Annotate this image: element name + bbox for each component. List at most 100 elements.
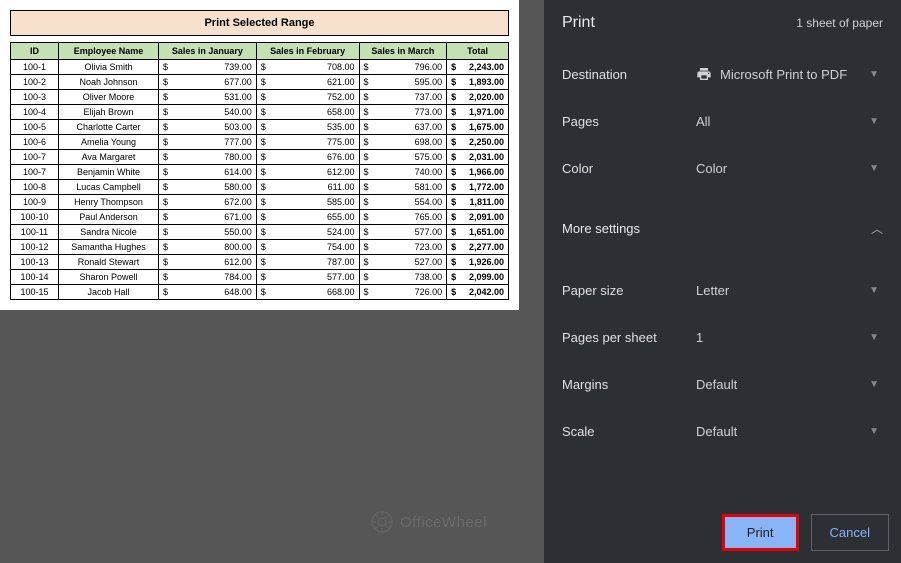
cell-name: Oliver Moore: [59, 90, 159, 105]
cell-feb: 658.00: [268, 105, 359, 120]
more-settings-toggle[interactable]: More settings ︿: [544, 204, 901, 253]
cell-id: 100-11: [11, 225, 59, 240]
cell-currency: $: [359, 90, 371, 105]
margins-dropdown[interactable]: Default ▼: [692, 371, 883, 398]
chevron-down-icon: ▼: [869, 426, 879, 437]
cell-currency: $: [359, 195, 371, 210]
cell-name: Benjamin White: [59, 165, 159, 180]
cell-total: 1,971.00: [459, 105, 509, 120]
pages-row: Pages All ▼: [544, 98, 901, 145]
paper-size-row: Paper size Letter ▼: [544, 267, 901, 314]
print-panel: Print 1 sheet of paper Destination Micro…: [544, 0, 901, 563]
cell-total: 1,651.00: [459, 225, 509, 240]
color-label: Color: [562, 161, 692, 176]
cell-jan: 672.00: [171, 195, 257, 210]
cell-id: 100-13: [11, 255, 59, 270]
wheel-icon: [370, 510, 394, 534]
scale-dropdown[interactable]: Default ▼: [692, 418, 883, 445]
cell-currency: $: [159, 180, 171, 195]
cell-mar: 595.00: [371, 75, 447, 90]
officewheel-watermark: OfficeWheel: [370, 510, 487, 534]
cell-mar: 738.00: [371, 270, 447, 285]
print-button[interactable]: Print: [722, 514, 799, 551]
margins-value: Default: [696, 377, 737, 392]
header-feb: Sales in February: [256, 43, 359, 60]
cell-feb: 585.00: [268, 195, 359, 210]
cell-currency: $: [359, 60, 371, 75]
cell-name: Noah Johnson: [59, 75, 159, 90]
cell-total: 2,042.00: [459, 285, 509, 300]
pages-per-sheet-dropdown[interactable]: 1 ▼: [692, 324, 883, 351]
cell-currency: $: [256, 240, 268, 255]
cell-jan: 800.00: [171, 240, 257, 255]
cell-currency: $: [256, 150, 268, 165]
cell-currency: $: [359, 270, 371, 285]
cell-currency: $: [159, 75, 171, 90]
cell-feb: 612.00: [268, 165, 359, 180]
cell-id: 100-2: [11, 75, 59, 90]
table-row: 100-13Ronald Stewart$612.00$787.00$527.0…: [11, 255, 509, 270]
cancel-button[interactable]: Cancel: [811, 514, 889, 551]
cell-currency: $: [359, 75, 371, 90]
cell-feb: 708.00: [268, 60, 359, 75]
cell-feb: 611.00: [268, 180, 359, 195]
table-row: 100-5Charlotte Carter$503.00$535.00$637.…: [11, 120, 509, 135]
cell-jan: 503.00: [171, 120, 257, 135]
cell-currency: $: [159, 60, 171, 75]
cell-currency: $: [447, 195, 459, 210]
cell-currency: $: [256, 105, 268, 120]
color-dropdown[interactable]: Color ▼: [692, 155, 883, 182]
cell-mar: 726.00: [371, 285, 447, 300]
cell-name: Amelia Young: [59, 135, 159, 150]
cell-currency: $: [256, 225, 268, 240]
data-table: ID Employee Name Sales in January Sales …: [10, 42, 509, 300]
pages-dropdown[interactable]: All ▼: [692, 108, 883, 135]
cell-id: 100-9: [11, 195, 59, 210]
cell-currency: $: [359, 180, 371, 195]
cell-currency: $: [159, 105, 171, 120]
cell-currency: $: [159, 165, 171, 180]
cell-currency: $: [159, 120, 171, 135]
cell-name: Lucas Campbell: [59, 180, 159, 195]
cell-currency: $: [359, 150, 371, 165]
table-row: 100-2Noah Johnson$677.00$621.00$595.00$1…: [11, 75, 509, 90]
cell-feb: 535.00: [268, 120, 359, 135]
table-row: 100-14Sharon Powell$784.00$577.00$738.00…: [11, 270, 509, 285]
cell-currency: $: [359, 135, 371, 150]
cell-total: 1,966.00: [459, 165, 509, 180]
cell-currency: $: [359, 120, 371, 135]
cell-jan: 550.00: [171, 225, 257, 240]
cell-currency: $: [447, 105, 459, 120]
paper-size-dropdown[interactable]: Letter ▼: [692, 277, 883, 304]
table-row: 100-4Elijah Brown$540.00$658.00$773.00$1…: [11, 105, 509, 120]
cell-currency: $: [359, 225, 371, 240]
cell-currency: $: [359, 240, 371, 255]
print-preview-area: Print Selected Range ID Employee Name Sa…: [0, 0, 544, 478]
cell-currency: $: [159, 225, 171, 240]
cell-currency: $: [359, 255, 371, 270]
margins-label: Margins: [562, 377, 692, 392]
cell-total: 1,926.00: [459, 255, 509, 270]
cell-currency: $: [256, 180, 268, 195]
cell-currency: $: [159, 135, 171, 150]
chevron-up-icon: ︿: [871, 220, 883, 237]
destination-label: Destination: [562, 67, 692, 82]
cell-currency: $: [159, 150, 171, 165]
cell-mar: 796.00: [371, 60, 447, 75]
cell-name: Sharon Powell: [59, 270, 159, 285]
cell-currency: $: [256, 90, 268, 105]
table-row: 100-9Henry Thompson$672.00$585.00$554.00…: [11, 195, 509, 210]
destination-dropdown[interactable]: Microsoft Print to PDF ▼: [692, 60, 883, 88]
panel-header: Print 1 sheet of paper: [544, 0, 901, 50]
cell-mar: 773.00: [371, 105, 447, 120]
cell-name: Charlotte Carter: [59, 120, 159, 135]
cell-jan: 777.00: [171, 135, 257, 150]
more-settings-label: More settings: [562, 221, 640, 236]
cell-mar: 698.00: [371, 135, 447, 150]
cell-jan: 580.00: [171, 180, 257, 195]
cell-currency: $: [256, 120, 268, 135]
cell-total: 1,772.00: [459, 180, 509, 195]
color-value: Color: [696, 161, 727, 176]
cell-currency: $: [447, 180, 459, 195]
scale-value: Default: [696, 424, 737, 439]
